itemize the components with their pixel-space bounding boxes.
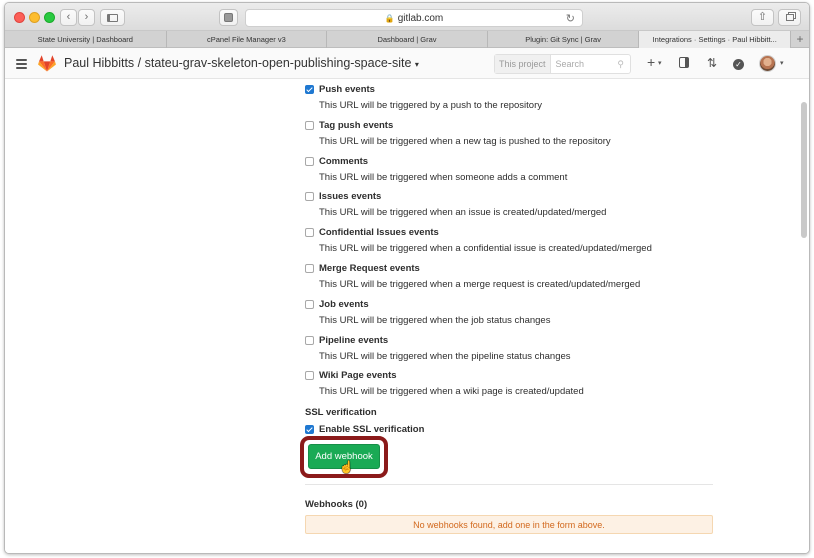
- merge-request-icon[interactable]: ⇅: [707, 57, 717, 69]
- ssl-checkbox-label: Enable SSL verification: [319, 424, 425, 435]
- zoom-window-button[interactable]: [44, 12, 55, 23]
- ssl-section-label: SSL verification: [305, 407, 377, 418]
- forward-button[interactable]: ›: [78, 9, 95, 26]
- gitlab-logo-icon[interactable]: [38, 55, 56, 72]
- hand-cursor-icon: ☝: [339, 460, 354, 474]
- event-description: This URL will be triggered when an issue…: [319, 207, 607, 219]
- project-breadcrumb[interactable]: Paul Hibbitts / stateu-grav-skeleton-ope…: [64, 56, 419, 70]
- hamburger-menu-icon[interactable]: [16, 59, 27, 71]
- ssl-checkbox[interactable]: [305, 425, 314, 434]
- new-tab-button[interactable]: +: [791, 31, 809, 47]
- search-icon: ⚲: [617, 59, 624, 69]
- tab-label: Dashboard | Grav: [377, 35, 437, 44]
- lock-icon: 🔒: [384, 13, 395, 23]
- sidebar-icon: [107, 13, 118, 22]
- comments-events-checkbox[interactable]: [305, 156, 314, 166]
- gitlab-header: Paul Hibbitts / stateu-grav-skeleton-ope…: [5, 48, 809, 79]
- event-label: Tag push events: [319, 119, 394, 131]
- event-description: This URL will be triggered when a merge …: [319, 279, 641, 290]
- plus-icon: +: [796, 32, 804, 46]
- event-label: Pipeline events: [319, 334, 389, 346]
- plus-icon[interactable]: +: [647, 55, 655, 69]
- event-description: This URL will be triggered by a push to …: [319, 100, 543, 111]
- chevron-down-icon: ▾: [414, 60, 419, 69]
- tab-git-sync[interactable]: Plugin: Git Sync | Grav: [488, 31, 640, 48]
- event-description: This URL will be triggered when a new ta…: [319, 135, 611, 147]
- tag-push-events-checkbox[interactable]: [305, 120, 314, 130]
- tab-dashboard-grav[interactable]: Dashboard | Grav: [327, 31, 488, 48]
- tab-cpanel[interactable]: cPanel File Manager v3: [167, 31, 328, 48]
- tab-integrations[interactable]: Integrations · Settings · Paul Hibbitt..…: [639, 31, 792, 48]
- close-window-button[interactable]: [14, 12, 25, 23]
- chevron-down-icon[interactable]: ▾: [780, 60, 784, 67]
- breadcrumb-text: Paul Hibbitts / stateu-grav-skeleton-ope…: [64, 56, 412, 70]
- reload-icon[interactable]: ↻: [566, 12, 575, 25]
- job-events-checkbox[interactable]: [305, 299, 314, 309]
- page-content: Push events This URL will be triggered by…: [5, 79, 809, 553]
- event-description: This URL will be triggered when someone …: [319, 171, 568, 183]
- share-button[interactable]: ⇧: [751, 9, 774, 26]
- todo-check-icon[interactable]: ✓: [733, 57, 744, 70]
- tabs-overview-button[interactable]: [778, 9, 801, 26]
- chevron-left-icon: ‹: [66, 11, 71, 23]
- tab-label: cPanel File Manager v3: [206, 35, 286, 44]
- tab-bar: State University | Dashboard cPanel File…: [5, 31, 809, 48]
- tabs-icon: [785, 14, 794, 21]
- event-label: Merge Request events: [319, 263, 420, 274]
- issues-events-checkbox[interactable]: [305, 192, 314, 202]
- address-bar[interactable]: 🔒 gitlab.com ↻: [245, 9, 583, 27]
- confidential-issues-events-checkbox[interactable]: [305, 228, 314, 238]
- tab-label: Integrations · Settings · Paul Hibbitt..…: [652, 35, 777, 44]
- event-label: Push events: [319, 84, 375, 95]
- chevron-down-icon[interactable]: ▾: [658, 60, 662, 67]
- event-label: Wiki Page events: [319, 370, 397, 382]
- vertical-scrollbar[interactable]: [801, 102, 807, 238]
- event-label: Job events: [319, 298, 369, 310]
- tab-state-university[interactable]: State University | Dashboard: [5, 31, 167, 48]
- search-scope: This project: [495, 55, 551, 73]
- event-description: This URL will be triggered when the job …: [319, 314, 551, 326]
- merge-request-events-checkbox[interactable]: [305, 264, 314, 273]
- push-events-checkbox[interactable]: [305, 85, 314, 94]
- tab-label: Plugin: Git Sync | Grav: [525, 35, 601, 44]
- sidebar-panel-icon[interactable]: [679, 57, 689, 70]
- search-placeholder: Search: [555, 59, 585, 69]
- reader-button[interactable]: [219, 9, 238, 26]
- section-divider: [305, 484, 713, 485]
- reader-icon: [224, 13, 233, 22]
- browser-toolbar: ‹ › 🔒 gitlab.com ↻ ⇧: [5, 3, 809, 31]
- avatar[interactable]: [759, 55, 776, 72]
- chevron-right-icon: ›: [84, 11, 89, 23]
- search-input[interactable]: This project Search ⚲: [494, 54, 631, 74]
- webhooks-heading: Webhooks (0): [305, 499, 368, 510]
- sidebar-toggle-button[interactable]: [100, 9, 125, 26]
- event-label: Confidential Issues events: [319, 227, 439, 239]
- wiki-page-events-checkbox[interactable]: [305, 371, 314, 381]
- back-button[interactable]: ‹: [60, 9, 77, 26]
- tab-label: State University | Dashboard: [37, 35, 133, 44]
- minimize-window-button[interactable]: [29, 12, 40, 23]
- address-text: gitlab.com: [397, 12, 444, 24]
- pipeline-events-checkbox[interactable]: [305, 335, 314, 345]
- event-description: This URL will be triggered when a confid…: [319, 243, 652, 255]
- event-description: This URL will be triggered when the pipe…: [319, 350, 571, 362]
- share-icon: ⇧: [757, 11, 768, 23]
- browser-window: ‹ › 🔒 gitlab.com ↻ ⇧ State University | …: [4, 2, 810, 554]
- event-label: Issues events: [319, 191, 382, 203]
- event-description: This URL will be triggered when a wiki p…: [319, 386, 584, 398]
- event-label: Comments: [319, 155, 369, 167]
- no-webhooks-alert: No webhooks found, add one in the form a…: [305, 515, 713, 534]
